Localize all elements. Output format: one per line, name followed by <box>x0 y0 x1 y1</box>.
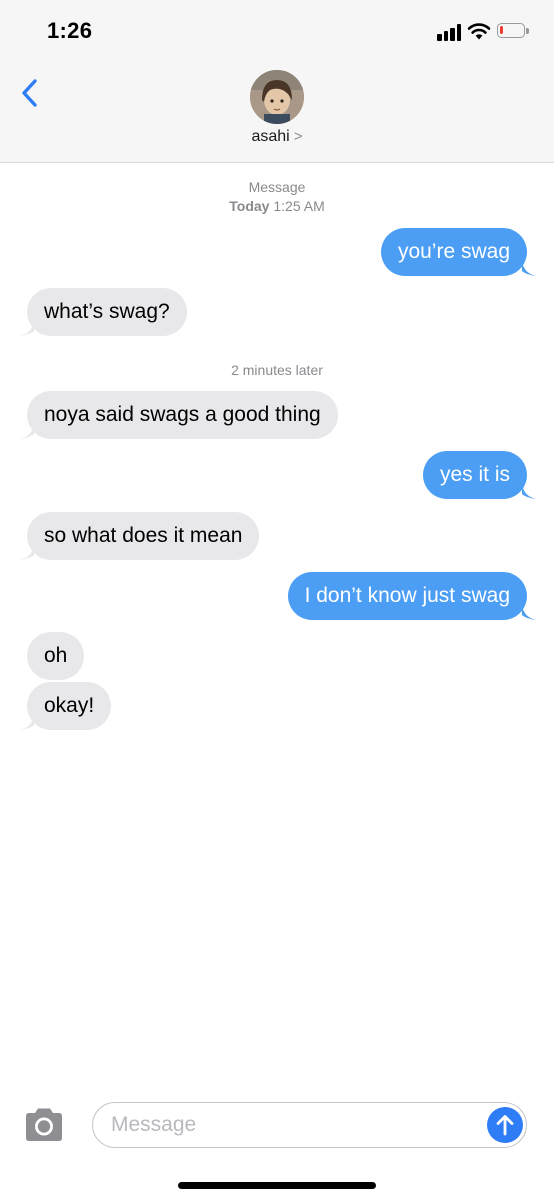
wifi-icon <box>467 23 491 40</box>
message-bubble-received[interactable]: what’s swag? <box>27 288 187 336</box>
chevron-left-icon[interactable] <box>18 76 44 110</box>
bubble-tail <box>522 262 536 276</box>
thread-time: 1:25 AM <box>273 198 325 214</box>
thread-day: Today <box>229 198 270 214</box>
message-bubble-sent[interactable]: yes it is <box>422 451 527 499</box>
contact-name: asahi <box>251 128 290 145</box>
message-input[interactable] <box>92 1102 527 1148</box>
status-bar: 1:26 <box>0 0 554 66</box>
thread-service-label: Message <box>248 179 306 195</box>
bubble-tail <box>20 546 34 560</box>
battery-nub <box>526 28 529 34</box>
conversation-header: asahi > <box>0 66 554 163</box>
bubble-tail <box>522 606 536 620</box>
message-bubble-received[interactable]: so what does it mean <box>27 512 260 560</box>
bubble-tail <box>522 485 536 499</box>
message-bubble-received[interactable]: oh <box>27 632 85 680</box>
time-gap-label: 2 minutes later <box>231 362 323 378</box>
bubble-tail <box>20 716 34 730</box>
bubble-tail <box>20 425 34 439</box>
contact-name-button[interactable]: asahi > <box>0 128 554 146</box>
chevron-right-icon: > <box>293 128 303 145</box>
message-bubble-received[interactable]: noya said swags a good thing <box>27 391 338 439</box>
home-indicator <box>178 1182 376 1189</box>
message-bubble-received[interactable]: okay! <box>27 682 112 730</box>
thread-timestamp: Today 1:25 AM <box>0 198 554 214</box>
message-bubble-sent[interactable]: you’re swag <box>380 228 527 276</box>
message-bubble-sent[interactable]: I don’t know just swag <box>287 572 527 620</box>
cellular-signal-icon <box>437 23 463 41</box>
camera-icon[interactable] <box>22 1107 66 1143</box>
contact-avatar[interactable] <box>250 70 304 124</box>
arrow-up-icon <box>496 1115 514 1136</box>
battery-level <box>500 26 503 34</box>
avatar-image <box>250 70 304 124</box>
bubble-tail <box>20 322 34 336</box>
battery-icon <box>497 23 525 38</box>
status-time: 1:26 <box>47 18 93 43</box>
send-button[interactable] <box>487 1107 523 1143</box>
